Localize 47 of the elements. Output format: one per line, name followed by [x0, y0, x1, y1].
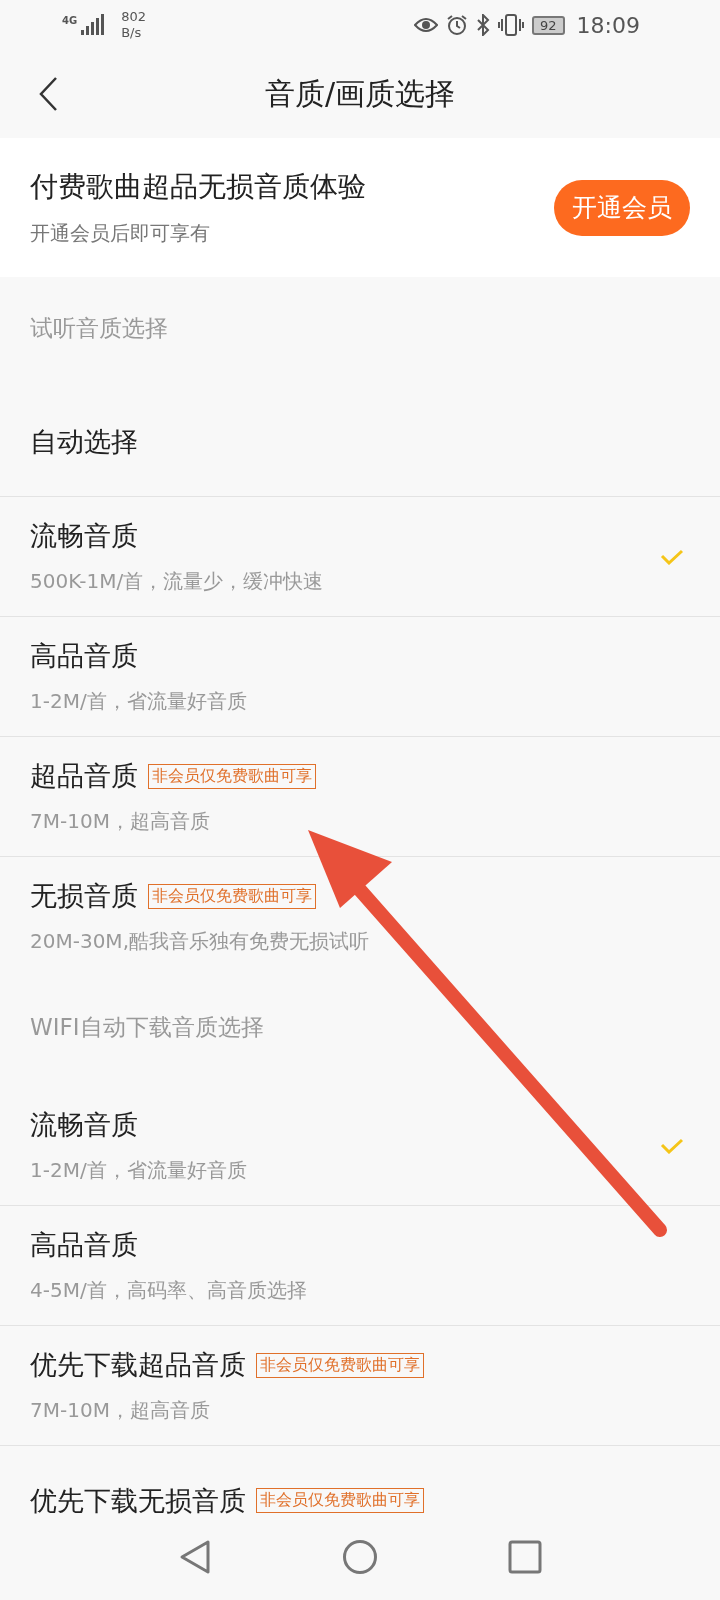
alarm-icon	[446, 14, 469, 36]
eye-icon	[414, 17, 439, 33]
option-title: 高品音质	[30, 1228, 138, 1262]
option-description: 20M-30M,酷我音乐独有免费无损试听	[30, 928, 369, 955]
back-nav-icon[interactable]	[178, 1539, 212, 1575]
signal-icon	[81, 14, 106, 36]
option-description: 4-5M/首，高码率、高音质选择	[30, 1277, 307, 1304]
option-title: 优先下载无损音质	[30, 1483, 246, 1514]
member-tag: 非会员仅免费歌曲可享	[256, 1488, 424, 1513]
option-title: 高品音质	[30, 639, 138, 673]
quality-option[interactable]: 高品音质 4-5M/首，高码率、高音质选择	[0, 1206, 720, 1326]
section-title: 试听音质选择	[30, 313, 168, 343]
option-title: 流畅音质	[30, 519, 138, 553]
home-nav-icon[interactable]	[342, 1539, 378, 1575]
member-tag: 非会员仅免费歌曲可享	[148, 883, 316, 909]
option-title: 优先下载超品音质	[30, 1348, 246, 1382]
page-title: 音质/画质选择	[264, 74, 456, 113]
quality-option[interactable]: 流畅音质 500K-1M/首，流量少，缓冲快速	[0, 497, 720, 617]
back-icon[interactable]	[38, 76, 58, 112]
quality-option[interactable]: 流畅音质 1-2M/首，省流量好音质	[0, 1086, 720, 1206]
quality-option[interactable]: 高品音质 1-2M/首，省流量好音质	[0, 617, 720, 737]
bluetooth-icon	[476, 14, 491, 36]
speed-unit: B/s	[121, 25, 143, 41]
quality-option[interactable]: 优先下载超品音质 非会员仅免费歌曲可享 7M-10M，超高音质	[0, 1326, 720, 1446]
vibrate-icon	[498, 14, 525, 36]
member-tag: 非会员仅免费歌曲可享	[256, 1352, 424, 1378]
promo-subtitle: 开通会员后即可享有	[30, 220, 211, 247]
option-title: 自动选择	[30, 424, 138, 459]
promo-title: 付费歌曲超品无损音质体验	[30, 169, 366, 205]
option-title: 超品音质	[30, 759, 138, 793]
speed-value: 802	[121, 9, 146, 25]
quality-option[interactable]: 自动选择	[0, 387, 720, 497]
option-description: 1-2M/首，省流量好音质	[30, 688, 247, 715]
status-time: 18:09	[576, 12, 640, 38]
quality-option[interactable]: 优先下载无损音质 非会员仅免费歌曲可享	[0, 1446, 720, 1514]
battery-indicator: 92	[532, 15, 565, 35]
quality-option[interactable]: 无损音质 非会员仅免费歌曲可享 20M-30M,酷我音乐独有免费无损试听	[0, 857, 720, 976]
option-description: 500K-1M/首，流量少，缓冲快速	[30, 568, 324, 595]
option-description: 7M-10M，超高音质	[30, 808, 211, 835]
network-label: 4G	[62, 15, 78, 26]
option-description: 1-2M/首，省流量好音质	[30, 1157, 247, 1184]
member-tag: 非会员仅免费歌曲可享	[148, 763, 316, 789]
recents-nav-icon[interactable]	[508, 1540, 542, 1574]
option-description: 7M-10M，超高音质	[30, 1397, 211, 1424]
option-title: 流畅音质	[30, 1108, 138, 1142]
option-title: 无损音质	[30, 879, 138, 913]
section-title: WIFI自动下载音质选择	[30, 1012, 264, 1042]
